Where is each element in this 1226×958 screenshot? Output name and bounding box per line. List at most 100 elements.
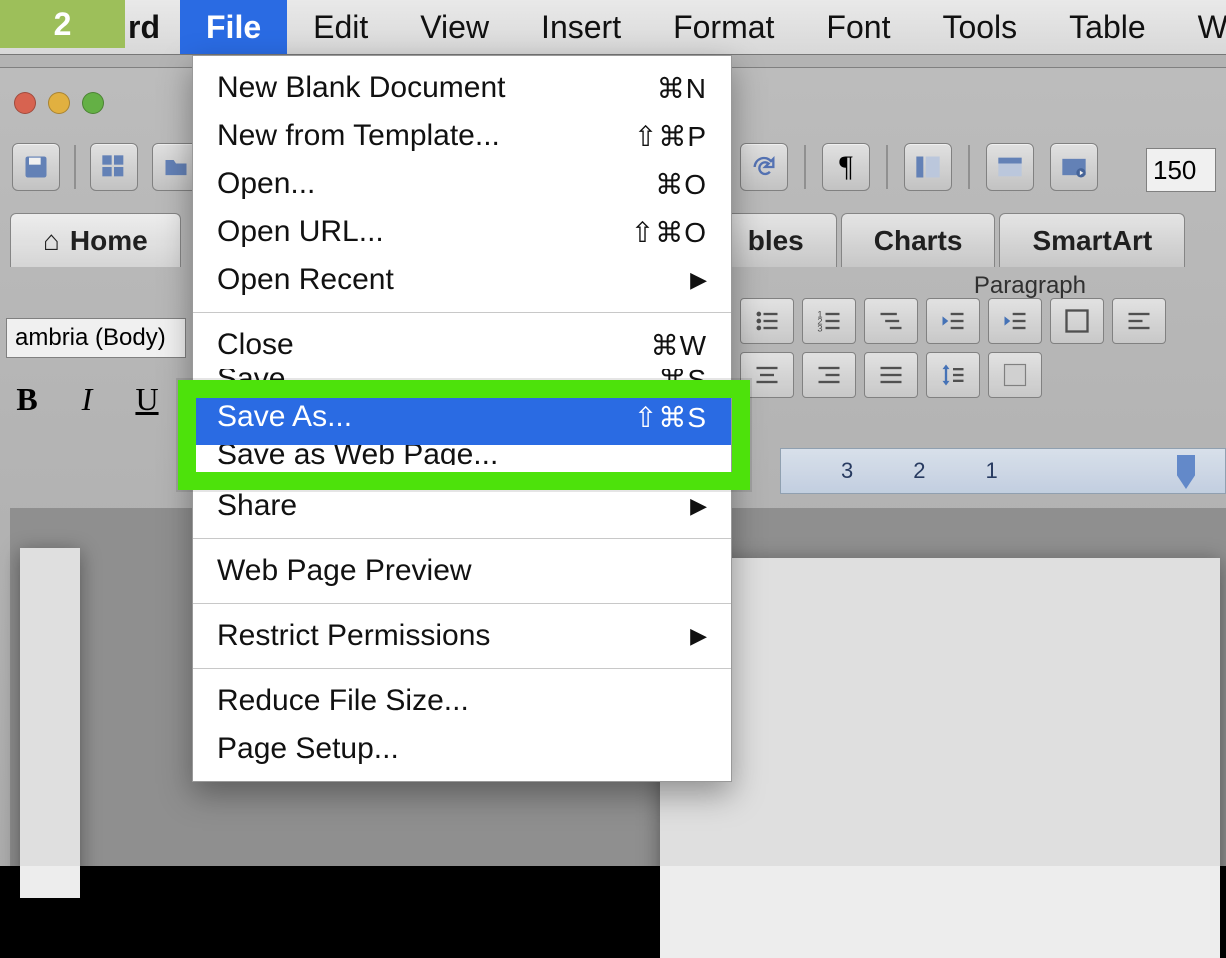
align-right-icon[interactable] bbox=[802, 352, 856, 398]
menu-separator bbox=[193, 603, 731, 604]
paragraph-group-label: Paragraph bbox=[974, 272, 1086, 300]
horizontal-ruler[interactable]: 3 2 1 bbox=[780, 448, 1226, 494]
tab-home-label: Home bbox=[70, 225, 148, 257]
font-name-field[interactable]: ambria (Body) bbox=[6, 318, 186, 358]
ruler-mark-1: 1 bbox=[986, 458, 998, 484]
menu-new-template-label: New from Template... bbox=[217, 119, 500, 153]
menu-save-shortcut: ⌘S bbox=[658, 369, 707, 389]
menu-new-blank-shortcut: ⌘N bbox=[657, 72, 707, 105]
bullet-list-icon[interactable] bbox=[740, 298, 794, 344]
sidebar-icon[interactable] bbox=[904, 143, 952, 191]
menu-tools[interactable]: Tools bbox=[916, 0, 1043, 54]
menu-open-shortcut: ⌘O bbox=[655, 168, 707, 201]
menu-restrict-permissions[interactable]: Restrict Permissions ▶ bbox=[193, 612, 731, 660]
menu-new-blank-label: New Blank Document bbox=[217, 71, 505, 105]
menu-save-as-shortcut: ⇧⌘S bbox=[634, 401, 707, 434]
menu-separator bbox=[193, 312, 731, 313]
zoom-window-icon[interactable] bbox=[82, 92, 104, 114]
font-group: ambria (Body) bbox=[6, 308, 186, 368]
menu-new-template[interactable]: New from Template... ⇧⌘P bbox=[193, 112, 731, 160]
gallery-icon[interactable] bbox=[986, 143, 1034, 191]
menu-new-blank[interactable]: New Blank Document ⌘N bbox=[193, 64, 731, 112]
multilevel-list-icon[interactable] bbox=[864, 298, 918, 344]
submenu-arrow-icon: ▶ bbox=[690, 493, 707, 519]
svg-text:3: 3 bbox=[817, 324, 822, 334]
justify-icon[interactable] bbox=[864, 352, 918, 398]
menu-page-setup-label: Page Setup... bbox=[217, 732, 399, 766]
ruler-tab-marker-icon[interactable] bbox=[1177, 455, 1195, 489]
menu-open-url-label: Open URL... bbox=[217, 215, 384, 249]
menu-reduce-file-size-label: Reduce File Size... bbox=[217, 684, 469, 718]
menu-open-label: Open... bbox=[217, 167, 315, 201]
paragraph-group: 123 bbox=[740, 298, 1200, 398]
tab-charts[interactable]: Charts bbox=[841, 213, 996, 267]
menu-new-template-shortcut: ⇧⌘P bbox=[634, 120, 707, 153]
align-center-icon[interactable] bbox=[740, 352, 794, 398]
menu-insert[interactable]: Insert bbox=[515, 0, 647, 54]
menu-font[interactable]: Font bbox=[800, 0, 916, 54]
menu-save[interactable]: Save ⌘S bbox=[193, 369, 731, 389]
menu-share-label: Share bbox=[217, 489, 297, 523]
menu-share[interactable]: Share ▶ bbox=[193, 482, 731, 530]
menu-open-recent[interactable]: Open Recent ▶ bbox=[193, 256, 731, 304]
submenu-arrow-icon: ▶ bbox=[690, 267, 707, 293]
shading-icon[interactable] bbox=[988, 352, 1042, 398]
menu-save-webpage[interactable]: Save as Web Page... bbox=[193, 445, 731, 465]
underline-button[interactable]: U bbox=[126, 378, 168, 420]
increase-indent-icon[interactable] bbox=[988, 298, 1042, 344]
step-badge: 2 bbox=[0, 0, 125, 48]
zoom-level[interactable]: 150 bbox=[1146, 148, 1216, 192]
ruler-mark-2: 2 bbox=[913, 458, 925, 484]
menu-open-url-shortcut: ⇧⌘O bbox=[631, 216, 707, 249]
bold-button[interactable]: B bbox=[6, 378, 48, 420]
tab-home[interactable]: ⌂ Home bbox=[10, 213, 181, 267]
window-traffic-lights[interactable] bbox=[14, 92, 104, 114]
menu-save-label: Save bbox=[217, 369, 285, 389]
font-style-group: B I U bbox=[6, 378, 168, 420]
quick-access-toolbar bbox=[12, 143, 200, 191]
italic-button[interactable]: I bbox=[66, 378, 108, 420]
menu-web-preview[interactable]: Web Page Preview bbox=[193, 547, 731, 595]
menu-format[interactable]: Format bbox=[647, 0, 800, 54]
menu-restrict-permissions-label: Restrict Permissions bbox=[217, 619, 490, 653]
borders-icon[interactable] bbox=[1050, 298, 1104, 344]
standard-toolbar-right: ¶ bbox=[740, 143, 1098, 191]
qat-grid-icon[interactable] bbox=[90, 143, 138, 191]
menu-web-preview-label: Web Page Preview bbox=[217, 554, 472, 588]
menu-table[interactable]: Table bbox=[1043, 0, 1172, 54]
menu-file[interactable]: File bbox=[180, 0, 287, 54]
submenu-arrow-icon: ▶ bbox=[690, 623, 707, 649]
file-menu-dropdown: New Blank Document ⌘N New from Template.… bbox=[192, 55, 732, 782]
menu-reduce-file-size[interactable]: Reduce File Size... bbox=[193, 677, 731, 725]
menu-close-label: Close bbox=[217, 328, 294, 362]
menu-window[interactable]: Wi bbox=[1172, 0, 1226, 54]
menu-view[interactable]: View bbox=[394, 0, 515, 54]
tab-smartart[interactable]: SmartArt bbox=[999, 213, 1185, 267]
menu-edit[interactable]: Edit bbox=[287, 0, 394, 54]
menu-separator bbox=[193, 473, 731, 474]
ruler-mark-3: 3 bbox=[841, 458, 853, 484]
pilcrow-icon[interactable]: ¶ bbox=[822, 143, 870, 191]
tab-tables[interactable]: bles bbox=[715, 213, 837, 267]
minimize-window-icon[interactable] bbox=[48, 92, 70, 114]
align-left-icon[interactable] bbox=[1112, 298, 1166, 344]
menu-separator bbox=[193, 668, 731, 669]
decrease-indent-icon[interactable] bbox=[926, 298, 980, 344]
media-icon[interactable] bbox=[1050, 143, 1098, 191]
number-list-icon[interactable]: 123 bbox=[802, 298, 856, 344]
menu-save-webpage-label: Save as Web Page... bbox=[217, 445, 498, 465]
menu-page-setup[interactable]: Page Setup... bbox=[193, 725, 731, 773]
mac-menubar: rd File Edit View Insert Format Font Too… bbox=[0, 0, 1226, 55]
menu-separator bbox=[193, 538, 731, 539]
close-window-icon[interactable] bbox=[14, 92, 36, 114]
menu-open[interactable]: Open... ⌘O bbox=[193, 160, 731, 208]
redo-icon[interactable] bbox=[740, 143, 788, 191]
line-spacing-icon[interactable] bbox=[926, 352, 980, 398]
menu-close-shortcut: ⌘W bbox=[651, 329, 707, 362]
menu-save-as[interactable]: Save As... ⇧⌘S bbox=[193, 389, 731, 445]
qat-save-icon[interactable] bbox=[12, 143, 60, 191]
menu-open-url[interactable]: Open URL... ⇧⌘O bbox=[193, 208, 731, 256]
menu-close[interactable]: Close ⌘W bbox=[193, 321, 731, 369]
page-left-edge bbox=[20, 548, 80, 898]
document-page[interactable] bbox=[660, 558, 1220, 958]
